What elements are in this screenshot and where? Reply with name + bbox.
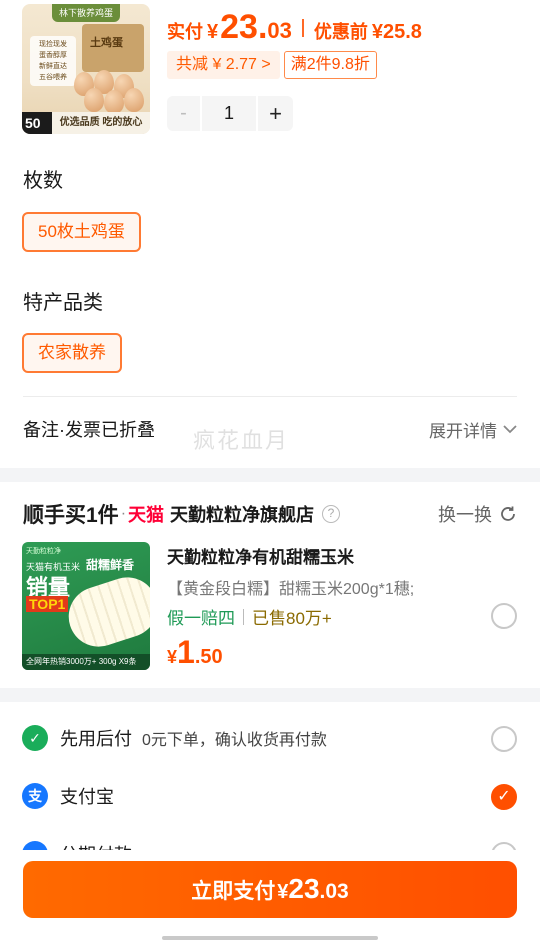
expand-label: 展开详情 (429, 421, 497, 441)
product-thumbnail[interactable]: 林下散养鸡蛋 土鸡蛋 现捡现发 蛋香醇厚 新鲜直达 五谷喂养 优选品质 吃的放心… (22, 4, 150, 134)
expand-details-button[interactable]: 展开详情 (429, 417, 517, 442)
category-title: 特产品类 (23, 292, 103, 314)
store-name[interactable]: 天勤粒粒净旗舰店 (170, 501, 314, 527)
alipay-radio-selected[interactable]: ✓ (491, 784, 517, 810)
notes-label: 备注·发票已折叠 (23, 420, 155, 440)
corn-select-radio[interactable] (491, 603, 517, 629)
egg-image (84, 88, 104, 112)
section-gap (0, 468, 540, 482)
alipay-icon: 支 (22, 783, 48, 809)
thumb-count-badge: 50 (22, 112, 52, 134)
price-integer: 23. (220, 8, 268, 46)
help-icon[interactable]: ? (322, 505, 341, 523)
swap-label: 换一换 (438, 505, 492, 525)
payment-name: 先用后付 (60, 729, 132, 749)
egg-box-image: 土鸡蛋 (82, 24, 144, 72)
thumb-footer: 优选品质 吃的放心 (52, 112, 150, 134)
credit-later-icon: ✓ (22, 725, 48, 751)
payment-name: 支付宝 (60, 787, 114, 807)
original-price: ¥25.8 (371, 21, 422, 43)
payment-option-credit-later[interactable]: ✓ 先用后付 0元下单，确认收货再付款 (22, 718, 518, 758)
section-gap (0, 688, 540, 702)
thumb-top-text: 林下散养鸡蛋 (52, 4, 120, 22)
quantity-stepper: - 1 + (167, 96, 293, 131)
payment-desc: 0元下单，确认收货再付款 (142, 732, 327, 749)
buy-together-header: 顺手买1件 · 天猫 天勤粒粒净旗舰店 ? 换一换 (23, 498, 518, 530)
count-option-selected[interactable]: 50枚土鸡蛋 (22, 212, 141, 252)
category-option-selected[interactable]: 农家散养 (22, 333, 122, 373)
discount-row: 共减 ¥ 2.77 > 满2件9.8折 (167, 51, 377, 79)
promo-tag: 满2件9.8折 (283, 51, 377, 79)
count-title: 枚数 (23, 170, 63, 192)
sold-count: 已售80万+ (252, 609, 332, 628)
price-decimal: 03 (267, 18, 292, 43)
corn-product-spec[interactable]: 【黄金段白糯】甜糯玉米200g*1穗; (167, 575, 414, 599)
swap-button[interactable]: 换一换 (438, 501, 518, 527)
thumb-tags: 现捡现发 蛋香醇厚 新鲜直达 五谷喂养 (30, 36, 76, 86)
guarantee-tag: 假一赔四 (167, 609, 235, 628)
corn-product-thumbnail[interactable]: 天勤粒粒净 天猫有机玉米 销量 TOP1 甜糯鲜香 全网年热销3000万+ 30… (22, 542, 150, 670)
home-indicator[interactable] (162, 936, 378, 940)
quantity-input[interactable]: 1 (200, 96, 258, 131)
chevron-down-icon (503, 425, 517, 434)
egg-image (124, 88, 144, 112)
price-row: 实付 ¥ 23. 03 优惠前 ¥25.8 (167, 8, 422, 47)
corn-product-price: ¥ 1 .50 (167, 634, 223, 670)
divider (23, 396, 517, 397)
discount-detail-chip[interactable]: 共减 ¥ 2.77 > (167, 51, 280, 79)
watermark: 疯花血月 (193, 428, 290, 453)
tmall-logo: 天猫 (128, 505, 165, 525)
refresh-icon (501, 506, 515, 521)
original-price-label: 优惠前 (313, 22, 368, 42)
pay-now-button[interactable]: 立即支付 ¥ 23 .03 (23, 861, 517, 918)
increase-button[interactable]: + (258, 101, 293, 127)
pay-now-label: 立即支付 (191, 880, 276, 903)
egg-image (104, 90, 124, 114)
price-label: 实付 (167, 22, 203, 42)
price-divider (301, 18, 304, 37)
corn-product-tags: 假一赔四 已售80万+ (167, 604, 332, 629)
payment-option-alipay[interactable]: 支 支付宝 (22, 776, 518, 816)
price-symbol: ¥ (207, 21, 219, 43)
corn-image (60, 569, 150, 655)
corn-product-name[interactable]: 天勤粒粒净有机甜糯玉米 (167, 543, 354, 568)
credit-later-radio[interactable] (491, 726, 517, 752)
buy-together-title: 顺手买1件 (23, 504, 119, 527)
decrease-button[interactable]: - (167, 102, 200, 125)
